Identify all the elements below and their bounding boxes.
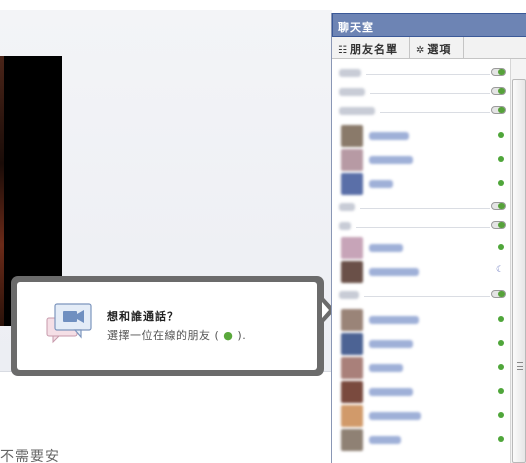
friend-name-redacted bbox=[369, 156, 413, 164]
group-toggle-icon[interactable] bbox=[491, 290, 506, 298]
friend-name-redacted bbox=[369, 268, 419, 276]
online-status-icon bbox=[498, 388, 504, 394]
tab-friends-label: 朋友名單 bbox=[349, 43, 398, 56]
scrollbar-thumb[interactable] bbox=[512, 79, 526, 463]
chat-tabs: ☷ 朋友名單 ✲ 選項 bbox=[332, 37, 526, 59]
friend-group-header[interactable] bbox=[332, 105, 510, 119]
online-status-icon bbox=[498, 436, 504, 442]
online-status-icon bbox=[498, 364, 504, 370]
online-status-icon bbox=[498, 316, 504, 322]
group-toggle-icon[interactable] bbox=[491, 202, 506, 210]
chat-header[interactable]: 聊天室 bbox=[332, 13, 526, 37]
group-name-redacted bbox=[339, 203, 355, 211]
friend-name-redacted bbox=[369, 388, 413, 396]
group-name-redacted bbox=[339, 291, 359, 299]
friend-name-redacted bbox=[369, 316, 419, 324]
friend-list-item[interactable] bbox=[332, 356, 510, 380]
list-icon: ☷ bbox=[338, 45, 348, 56]
call-prompt-popup: 想和誰通話？ 選擇一位在線的朋友 ( ● ). bbox=[11, 276, 335, 376]
friend-name-redacted bbox=[369, 412, 421, 420]
avatar bbox=[341, 149, 363, 171]
group-divider bbox=[360, 208, 490, 209]
friend-group-header[interactable] bbox=[332, 86, 510, 100]
gear-icon: ✲ bbox=[416, 45, 426, 56]
avatar bbox=[341, 429, 363, 451]
friend-list-item[interactable] bbox=[332, 236, 510, 260]
online-dot-icon: ● bbox=[223, 329, 234, 342]
group-name-redacted bbox=[339, 88, 365, 96]
friend-name-redacted bbox=[369, 364, 403, 372]
group-name-redacted bbox=[339, 69, 361, 77]
group-divider bbox=[364, 296, 490, 297]
online-status-icon bbox=[498, 244, 504, 250]
group-divider bbox=[366, 74, 490, 75]
avatar bbox=[341, 357, 363, 379]
video-call-icon bbox=[46, 303, 92, 344]
friend-list-item[interactable] bbox=[332, 428, 510, 452]
popup-subtitle-prefix: 選擇一位在線的朋友 ( bbox=[107, 329, 220, 342]
avatar bbox=[341, 261, 363, 283]
scrollbar[interactable] bbox=[510, 59, 526, 463]
friend-group-header[interactable] bbox=[332, 201, 510, 215]
friend-list-item[interactable] bbox=[332, 124, 510, 148]
friend-name-redacted bbox=[369, 244, 403, 252]
avatar bbox=[341, 237, 363, 259]
popup-subtitle-suffix: ). bbox=[237, 329, 247, 342]
online-status-icon bbox=[498, 412, 504, 418]
group-divider bbox=[380, 112, 490, 113]
group-toggle-icon[interactable] bbox=[491, 106, 506, 114]
group-divider bbox=[356, 227, 490, 228]
avatar bbox=[341, 381, 363, 403]
friend-group-header[interactable] bbox=[332, 67, 510, 81]
friend-list-item[interactable] bbox=[332, 380, 510, 404]
friend-name-redacted bbox=[369, 132, 409, 140]
popup-subtitle: 選擇一位在線的朋友 ( ● ). bbox=[107, 327, 246, 343]
avatar bbox=[341, 125, 363, 147]
friend-group-header[interactable] bbox=[332, 220, 510, 234]
avatar bbox=[341, 309, 363, 331]
group-toggle-icon[interactable] bbox=[491, 87, 506, 95]
popup-pointer-inner bbox=[322, 302, 329, 318]
tab-options-label: 選項 bbox=[427, 43, 452, 56]
tab-options[interactable]: ✲ 選項 bbox=[410, 37, 464, 59]
popup-title: 想和誰通話？ bbox=[107, 310, 179, 323]
online-status-icon bbox=[498, 340, 504, 346]
idle-moon-icon: ☾ bbox=[496, 265, 505, 275]
online-status-icon bbox=[498, 132, 504, 138]
online-status-icon bbox=[498, 180, 504, 186]
friend-list-item[interactable] bbox=[332, 404, 510, 428]
friend-list-item[interactable] bbox=[332, 332, 510, 356]
friend-name-redacted bbox=[369, 340, 413, 348]
avatar bbox=[341, 405, 363, 427]
friend-list-item[interactable] bbox=[332, 148, 510, 172]
group-divider bbox=[370, 93, 490, 94]
scrollbar-grip-icon bbox=[517, 362, 523, 370]
group-name-redacted bbox=[339, 222, 351, 230]
group-toggle-icon[interactable] bbox=[491, 68, 506, 76]
footer-text: 不需要安 bbox=[0, 449, 60, 463]
group-toggle-icon[interactable] bbox=[491, 221, 506, 229]
page-top-strip bbox=[0, 0, 332, 10]
avatar bbox=[341, 173, 363, 195]
friend-list: ☾ bbox=[332, 59, 510, 463]
group-name-redacted bbox=[339, 107, 375, 115]
tab-friends-list[interactable]: ☷ 朋友名單 bbox=[332, 37, 410, 59]
online-status-icon bbox=[498, 156, 504, 162]
video-preview-edge bbox=[0, 56, 4, 326]
chat-panel: 聊天室 ☷ 朋友名單 ✲ 選項 ☾ bbox=[331, 13, 526, 463]
friend-list-item[interactable] bbox=[332, 172, 510, 196]
avatar bbox=[341, 333, 363, 355]
friend-name-redacted bbox=[369, 436, 401, 444]
friend-name-redacted bbox=[369, 180, 393, 188]
friend-list-item[interactable]: ☾ bbox=[332, 260, 510, 284]
friend-group-header[interactable] bbox=[332, 289, 510, 303]
friend-list-item[interactable] bbox=[332, 308, 510, 332]
